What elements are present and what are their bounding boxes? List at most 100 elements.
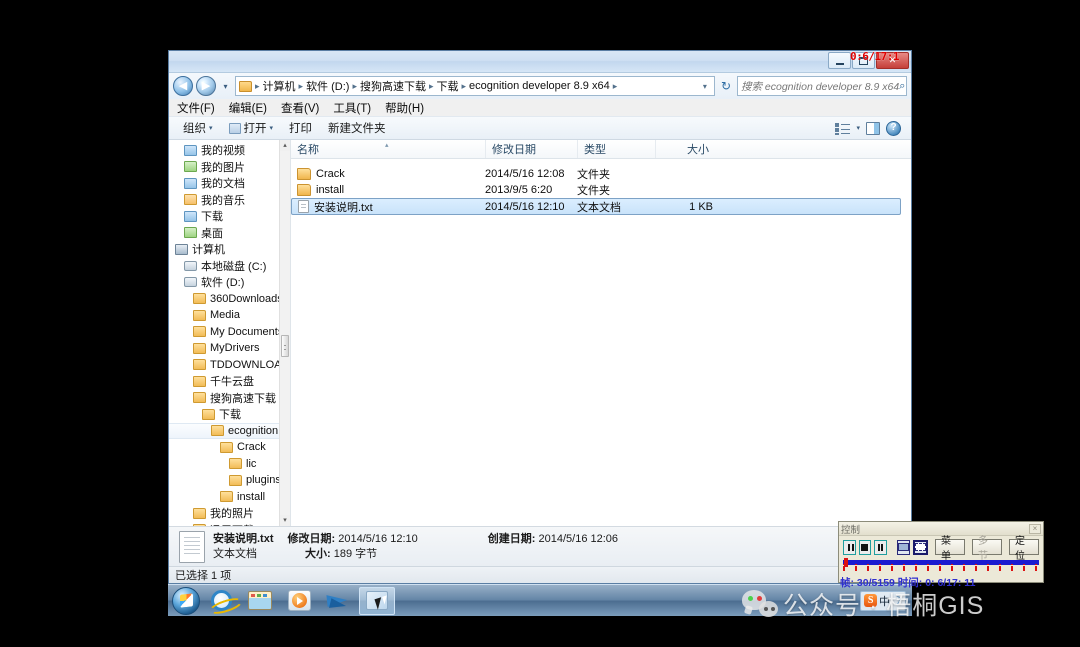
column-header-date[interactable]: 修改日期 <box>485 140 577 158</box>
scroll-down-button[interactable]: ▾ <box>280 515 290 526</box>
breadcrumb-item-download[interactable]: 下载 <box>435 78 461 94</box>
tree-item-d[interactable]: 软件 (D:) <box>169 274 290 291</box>
tree-item-my-documents[interactable]: My Documents <box>169 324 290 341</box>
help-icon[interactable]: ? <box>886 120 901 136</box>
tree-item-label: 下载 <box>201 211 223 224</box>
new-folder-button[interactable]: 新建文件夹 <box>320 118 394 138</box>
taskbar-item-bird-app[interactable] <box>320 587 356 615</box>
column-header-name[interactable]: 名称 ▴ <box>291 140 485 158</box>
tree-item-[interactable]: 下载 <box>169 406 290 423</box>
minimize-button[interactable] <box>828 52 851 69</box>
menu-item-help[interactable]: 帮助(H) <box>385 100 432 116</box>
window-titlebar[interactable]: 0:6/17:1 ✕ <box>169 50 911 73</box>
folder-explorer-icon <box>248 591 272 610</box>
breadcrumb-item-drive-d[interactable]: 软件 (D:) <box>304 78 351 94</box>
tree-item-[interactable]: 计算机 <box>169 241 290 258</box>
minimize-icon <box>835 62 844 65</box>
tree-item-lic[interactable]: lic <box>169 456 290 473</box>
tree-item-[interactable]: 我的照片 <box>169 505 290 522</box>
breadcrumb-separator: ▸ <box>612 80 618 91</box>
tree-item-[interactable]: 我的视频 <box>169 142 290 159</box>
tree-item-[interactable]: 搜狗高速下载 <box>169 390 290 407</box>
table-row[interactable]: Crack 2014/5/16 12:08 文件夹 <box>291 166 911 182</box>
details-size-label: 大小: <box>305 547 331 560</box>
nav-scrollbar[interactable]: ▴ ▾ <box>279 140 290 526</box>
back-button[interactable]: ◀ <box>173 76 193 96</box>
folder-icon <box>193 342 206 354</box>
scroll-up-button[interactable]: ▴ <box>280 140 290 151</box>
tree-item-[interactable]: 我的文档 <box>169 175 290 192</box>
explorer-window: 0:6/17:1 ✕ ◀ ▶ ▾ ▸ 计算机 ▸ 软件 (D:) ▸ 搜狗高速下… <box>168 50 912 584</box>
fullscreen-button[interactable] <box>912 539 928 555</box>
breadcrumb-item-sogou-download[interactable]: 搜狗高速下载 <box>358 78 428 94</box>
timeline-track[interactable] <box>843 558 1039 567</box>
step-button[interactable] <box>874 539 887 555</box>
tree-item-[interactable]: 迅雷下载 <box>169 522 290 526</box>
breadcrumb[interactable]: ▸ 计算机 ▸ 软件 (D:) ▸ 搜狗高速下载 ▸ 下载 ▸ ecogniti… <box>235 76 715 96</box>
tree-item-[interactable]: 我的图片 <box>169 159 290 176</box>
tree-item-media[interactable]: Media <box>169 307 290 324</box>
region-button[interactable] <box>896 539 910 555</box>
breadcrumb-item-computer[interactable]: 计算机 <box>261 78 298 94</box>
folder-icon <box>297 184 311 196</box>
refresh-button[interactable]: ↻ <box>718 79 734 93</box>
tree-item-[interactable]: 我的音乐 <box>169 192 290 209</box>
tree-item-360downloads[interactable]: 360Downloads <box>169 291 290 308</box>
taskbar-item-internet-explorer[interactable] <box>203 587 239 615</box>
ime-mode-label[interactable]: 中 <box>879 593 890 609</box>
column-header-size[interactable]: 大小 <box>655 140 717 158</box>
menu-item-edit[interactable]: 编辑(E) <box>229 100 275 116</box>
stop-button[interactable] <box>858 539 872 555</box>
organize-button[interactable]: 组织 ▾ <box>175 118 221 138</box>
toolbar-right-group: ▾ ? <box>835 120 905 136</box>
ime-indicator[interactable]: S 中 ☽ <box>860 590 906 611</box>
menu-item-tools[interactable]: 工具(T) <box>333 100 379 116</box>
menu-button[interactable]: 菜单 <box>934 536 965 562</box>
tree-item-c[interactable]: 本地磁盘 (C:) <box>169 258 290 275</box>
moon-icon[interactable]: ☽ <box>892 594 902 607</box>
sort-ascending-icon: ▴ <box>385 142 389 149</box>
start-button[interactable] <box>172 586 200 615</box>
menu-item-view[interactable]: 查看(V) <box>281 100 327 116</box>
tree-item-[interactable]: 千牛云盘 <box>169 373 290 390</box>
tree-item-label: 千牛云盘 <box>210 376 254 389</box>
tree-item-[interactable]: 桌面 <box>169 225 290 242</box>
folder-blue-icon <box>184 177 197 189</box>
tree-item-[interactable]: 下载 <box>169 208 290 225</box>
tree-item-label: 本地磁盘 (C:) <box>201 260 267 273</box>
column-header-row: 名称 ▴ 修改日期 类型 大小 <box>291 140 911 159</box>
print-button[interactable]: 打印 <box>281 118 320 138</box>
tree-item-mydrivers[interactable]: MyDrivers <box>169 340 290 357</box>
search-input[interactable]: 搜索 ecognition developer 8.9 x64 ⌕ <box>737 76 907 96</box>
tree-item-ecognition[interactable]: ecognition <box>169 422 290 439</box>
scrollbar-thumb[interactable] <box>281 335 289 357</box>
taskbar-item-media-player[interactable] <box>281 587 317 615</box>
history-dropdown-icon[interactable]: ▾ <box>219 76 232 96</box>
preview-pane-icon[interactable] <box>866 121 880 135</box>
tree-item-install[interactable]: install <box>169 489 290 506</box>
chevron-down-icon[interactable]: ▾ <box>856 124 860 132</box>
control-panel-title: 控制 <box>841 524 861 536</box>
open-button[interactable]: 打开 ▾ <box>221 118 282 138</box>
menu-item-file[interactable]: 文件(F) <box>177 100 223 116</box>
tree-item-tddownload[interactable]: TDDOWNLOAD <box>169 357 290 374</box>
tree-item-plugins[interactable]: plugins <box>169 472 290 489</box>
details-modified: 修改日期: 2014/5/16 12:10 <box>288 532 418 547</box>
disk-icon <box>184 260 197 271</box>
forward-button[interactable]: ▶ <box>196 76 216 96</box>
table-row[interactable]: 安装说明.txt 2014/5/16 12:10 文本文档 1 KB <box>291 198 901 215</box>
chevron-down-icon[interactable]: ▾ <box>699 82 711 91</box>
timeline-knob[interactable] <box>844 558 848 567</box>
pause-button[interactable] <box>843 539 856 555</box>
locate-button[interactable]: 定位 <box>1008 536 1039 562</box>
tree-item-crack[interactable]: Crack <box>169 439 290 456</box>
timeline-slider[interactable] <box>839 557 1043 571</box>
new-folder-label: 新建文件夹 <box>328 123 386 135</box>
breadcrumb-item-ecognition[interactable]: ecognition developer 8.9 x64 <box>467 80 612 92</box>
view-mode-icon[interactable] <box>835 122 851 135</box>
folder-icon <box>193 359 206 371</box>
taskbar-item-windows-explorer[interactable] <box>242 587 278 615</box>
table-row[interactable]: install 2013/9/5 6:20 文件夹 <box>291 182 911 198</box>
column-header-type[interactable]: 类型 <box>577 140 655 158</box>
taskbar-item-current-window[interactable] <box>359 586 395 615</box>
